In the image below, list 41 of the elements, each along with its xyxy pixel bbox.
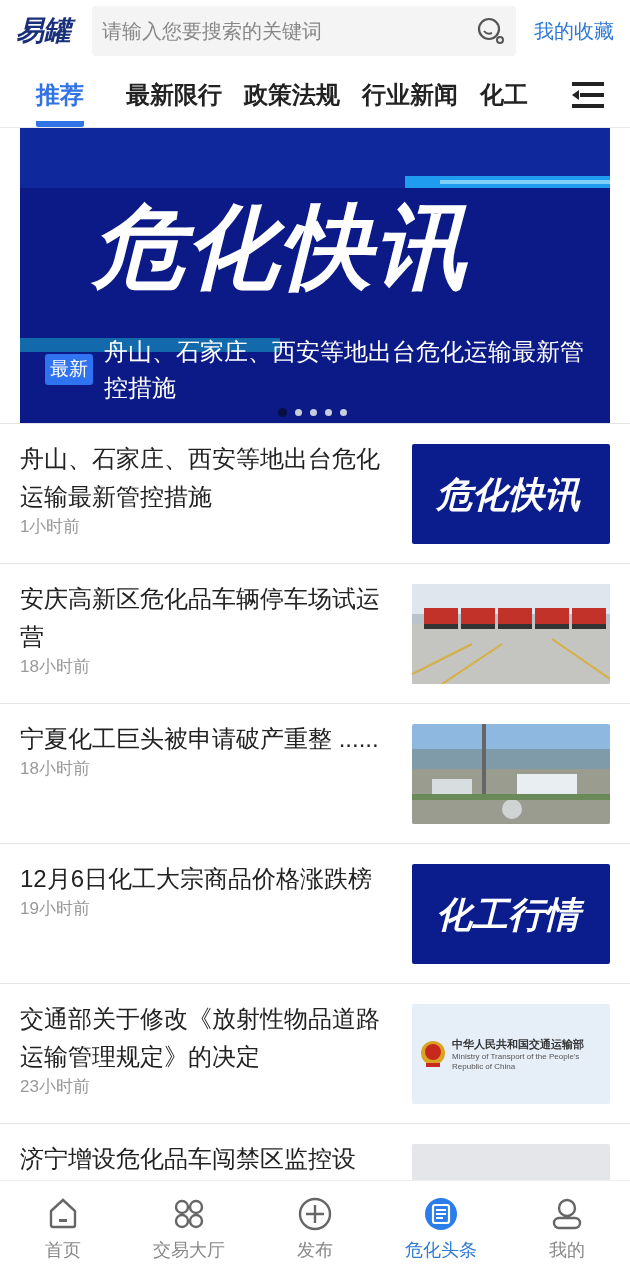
search-field[interactable]: 请输入您要搜索的关键词 [92, 6, 516, 56]
article-time: 1小时前 [20, 516, 82, 538]
plus-icon [298, 1197, 332, 1231]
category-tab[interactable]: 政策法规 [244, 62, 340, 127]
article-title[interactable]: 12月6日化工大宗商品价格涨跌榜 [20, 860, 392, 898]
latest-badge: 最新 [45, 354, 93, 385]
article-time: 23小时前 [20, 1076, 91, 1098]
article-title[interactable]: 宁夏化工巨头被申请破产重整 ...... [20, 720, 392, 758]
grid-icon [172, 1197, 206, 1231]
article-title[interactable]: 舟山、石家庄、西安等地出台危化运输最新管控措施 [20, 440, 392, 516]
thumbnail-graphic[interactable]: 危化快讯 [412, 444, 610, 544]
banner-headline: 危化快讯 [92, 195, 469, 300]
category-tab[interactable]: 最新限行 [126, 62, 222, 127]
category-tab[interactable]: 行业新闻 [362, 62, 458, 127]
article-title[interactable]: 安庆高新区危化品车辆停车场试运营 [20, 580, 392, 656]
article-title[interactable]: 交通部关于修改《放射性物品道路运输管理规定》的决定 [20, 1000, 392, 1076]
ministry-banner[interactable]: 中华人民共和国交通运输部 Ministry of Transport of the People's Republic of China [412, 1004, 610, 1104]
search-icon[interactable] [476, 16, 506, 46]
emblem-icon [420, 1039, 446, 1069]
ministry-name: 中华人民共和国交通运输部 [452, 1036, 585, 1052]
person-icon [550, 1197, 584, 1231]
nav-tab[interactable]: 我的 [504, 1197, 630, 1264]
article-title[interactable]: 济宁增设危化品车闯禁区监控设 [20, 1140, 392, 1178]
nav-tab[interactable]: 发布 [252, 1197, 378, 1264]
favorites-link[interactable]: 我的收藏 [534, 16, 614, 46]
menu-icon[interactable] [570, 80, 604, 109]
article-time: 18小时前 [20, 758, 91, 780]
banner-background[interactable] [20, 128, 610, 423]
nav-tab[interactable]: 首页 [0, 1197, 126, 1264]
graphic-title: 危化快讯 [436, 472, 582, 517]
banner-caption: 舟山、石家庄、西安等地出台危化运输最新管控措施 [104, 337, 585, 403]
document-icon [424, 1197, 458, 1231]
nav-tab[interactable]: 危化头条 [378, 1197, 504, 1264]
thumbnail-graphic[interactable]: 化工行情 [412, 864, 610, 964]
category-tab[interactable]: 化工 [480, 62, 528, 127]
graphic-title: 化工行情 [436, 891, 586, 937]
ministry-english-name: Ministry of Transport of the People's Republic of China [452, 1052, 581, 1073]
article-time: 19小时前 [20, 898, 91, 920]
article-time: 18小时前 [20, 656, 91, 678]
nav-tab[interactable]: 交易大厅 [126, 1197, 252, 1264]
app-logo: 易罐 [16, 12, 75, 50]
